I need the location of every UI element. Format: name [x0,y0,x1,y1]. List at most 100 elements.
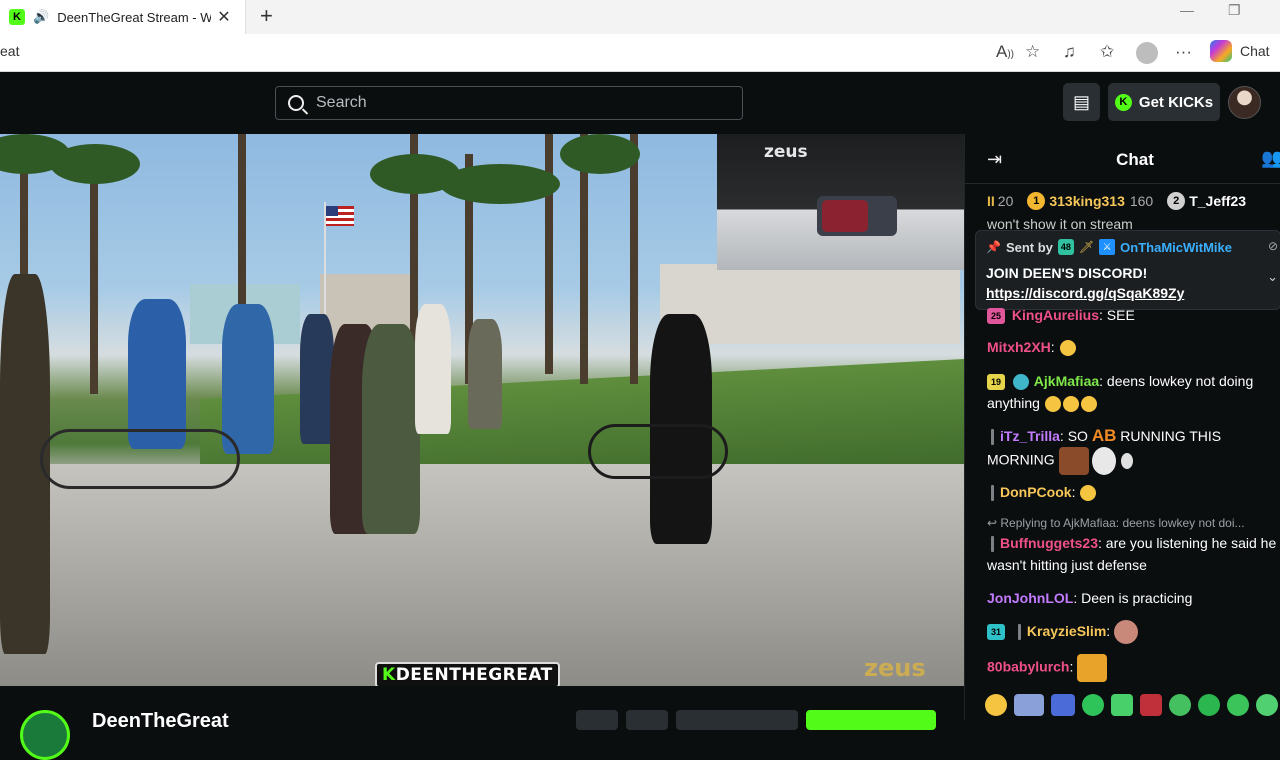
emote-face-icon [1114,620,1139,645]
emote-icon[interactable] [985,694,1007,716]
kick-coin-icon: K [1114,93,1132,111]
maximize-icon[interactable]: ❐ [1228,2,1241,19]
chat-username[interactable]: 80babylurch [987,659,1069,675]
laughing-emoji-icon [1080,485,1097,502]
minimize-icon[interactable]: — [1180,2,1194,18]
chat-message: 19 AjkMafiaa: deens lowkey not doing any… [987,373,1254,413]
profile-icon[interactable] [1136,42,1158,64]
search-input[interactable] [316,94,716,112]
chat-username[interactable]: KrayzieSlim [1027,623,1106,639]
chat-message: 80babylurch: [987,654,1280,682]
chatters-icon[interactable]: 👥 [1261,148,1280,169]
site-header: ▤ K Get KICKs [0,72,1280,134]
reply-context[interactable]: ↩ Replying to AjkMafiaa: deens lowkey no… [987,516,1277,530]
chat-username[interactable]: AjkMafiaa [1034,373,1099,389]
emote-icon[interactable] [1082,694,1104,716]
copilot-icon [1210,40,1232,62]
action-button[interactable] [626,710,668,730]
channel-avatar[interactable] [20,710,70,760]
emote-icon[interactable] [1111,694,1133,716]
leader-1-name[interactable]: 313king313 [1049,193,1125,209]
new-tab-button[interactable]: + [260,3,273,29]
copilot-label: Chat [1240,43,1270,59]
tab-title: DeenTheGreat Stream - Watch [57,9,212,25]
library-button[interactable]: ▤ [1063,83,1100,121]
action-button[interactable] [576,710,618,730]
moderator-badge-icon: ⚔ [1099,239,1116,255]
emote-icon[interactable] [1169,694,1191,716]
ab-emote: AB [1091,426,1117,445]
emote-icon[interactable] [1256,694,1278,716]
emote-icon[interactable] [1198,694,1220,716]
url-text[interactable]: eat [0,43,19,59]
emote-icon[interactable] [1140,694,1162,716]
sponsor-watermark: zeus [864,654,926,682]
follow-button[interactable] [806,710,936,730]
read-aloud-icon[interactable]: A)) [996,42,1014,62]
favorite-star-icon[interactable]: ☆ [1025,42,1040,62]
search-box[interactable] [275,86,743,120]
media-control-icon[interactable]: ♫ [1063,42,1076,62]
chat-username[interactable]: KingAurelius [1012,307,1099,323]
emote-fire-icon [1077,654,1108,682]
leader-1-count: 160 [1129,193,1154,209]
channel-name[interactable]: DeenTheGreat [92,710,229,733]
person [415,304,451,434]
copilot-button[interactable]: Chat [1210,40,1270,62]
person [128,299,186,449]
emote-face-icon [1058,447,1089,475]
emote-icon[interactable] [1051,694,1075,716]
laughing-emoji-icon [1059,340,1076,357]
person [222,304,274,454]
chat-message: DonPCook: [987,481,1280,503]
chat-panel: ⇥ Chat 👥 II 20 1 313king313 160 2 T_Jeff… [964,134,1280,720]
search-icon [288,95,304,111]
laughing-emoji-icon [1044,396,1061,413]
speaker-icon[interactable]: 🔊 [33,9,49,25]
pip-camera: zeus [717,134,964,270]
user-avatar[interactable] [1228,86,1261,119]
palm-tree [630,134,638,384]
favorites-icon[interactable]: ✩ [1100,42,1114,62]
chevron-down-icon[interactable]: ⌄ [1267,269,1278,285]
pinned-author[interactable]: OnThaMicWitMike [1120,240,1232,255]
palm-tree [238,134,246,324]
person [362,324,420,534]
pause-count: 20 [997,193,1014,209]
chat-header: ⇥ Chat 👥 [965,134,1280,184]
pinned-message[interactable]: 📌 Sent by 48 🗡 ⚔ OnThaMicWitMike JOIN DE… [975,230,1280,310]
browser-tab[interactable]: K 🔊 DeenTheGreat Stream - Watch ✕ [0,0,246,34]
chat-username[interactable]: JonJohnLOL [987,590,1073,606]
hide-pin-icon[interactable]: ⊘ [1268,239,1278,253]
pause-icon[interactable]: II [987,193,995,209]
close-tab-icon[interactable]: ✕ [217,7,230,27]
subscriber-badge: 19 [987,374,1005,391]
more-menu-icon[interactable]: ··· [1175,42,1192,62]
channel-bar: DeenTheGreat [0,686,964,760]
chat-username[interactable]: Mitxh2XH [987,339,1051,355]
chat-message: iTz_Trilla: SO AB RUNNING THIS MORNING [987,425,1280,475]
chat-message: JonJohnLOL: Deen is practicing [987,590,1193,606]
boardwalk [0,464,964,686]
chat-username[interactable]: Buffnuggets23 [1000,535,1098,551]
pinned-link[interactable]: https://discord.gg/qSqaK89Zy [986,285,1184,301]
emote-icon[interactable] [1014,694,1044,716]
person [300,314,334,444]
chat-username[interactable]: DonPCook [1000,484,1072,500]
video-player[interactable]: zeus KDEENTHEGREAT zeus [0,134,964,686]
badge-separator [991,536,994,553]
address-bar: eat A)) ☆ ♫ ✩ ··· Chat [0,34,1280,72]
emote-icon[interactable] [1227,694,1249,716]
bicycle [588,424,728,479]
badge-separator [1017,624,1021,641]
browser-tab-bar: K 🔊 DeenTheGreat Stream - Watch ✕ + — ❐ [0,0,1280,34]
chat-message: 25 KingAurelius: SEE [987,304,1280,326]
laughing-emoji-icon [1080,396,1097,413]
chat-message: Buffnuggets23: are you listening he said… [987,535,1277,573]
subscribe-button[interactable] [676,710,798,730]
chat-message: Mitxh2XH: [987,336,1280,358]
sent-by-label: Sent by [1005,239,1053,255]
get-kicks-button[interactable]: K Get KICKs [1108,83,1220,121]
leader-2-name[interactable]: T_Jeff23 [1189,193,1246,209]
chat-username[interactable]: iTz_Trilla [1000,428,1060,444]
